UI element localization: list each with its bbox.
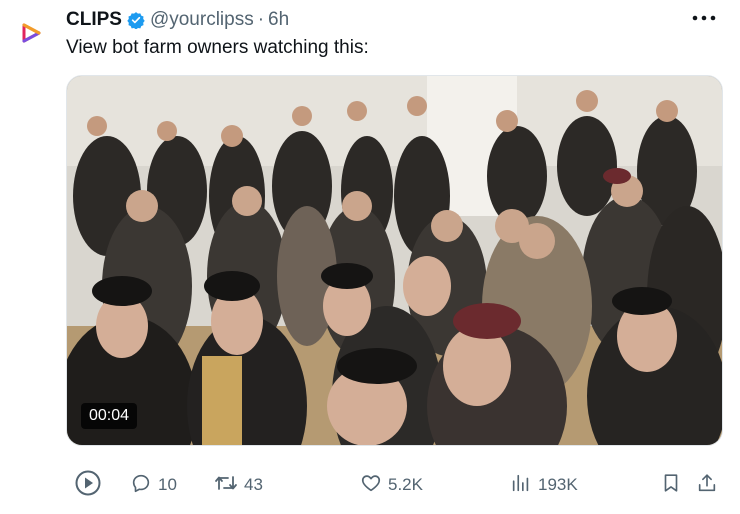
- repost-icon: [214, 472, 238, 499]
- reply-icon: [130, 472, 152, 499]
- like-button[interactable]: 5.2K: [360, 470, 423, 500]
- share-icon: [696, 472, 718, 499]
- clips-logo-icon[interactable]: [20, 22, 42, 44]
- play-circle-icon: [74, 469, 102, 502]
- author-handle[interactable]: @yourclipss: [150, 9, 254, 31]
- repost-count: 43: [244, 475, 263, 494]
- post-header: CLIPS @yourclipss · 6h: [66, 8, 720, 32]
- view-count: 193K: [538, 475, 578, 494]
- verified-badge-icon: [127, 11, 145, 29]
- video-player[interactable]: 00:04: [66, 75, 723, 446]
- author-name[interactable]: CLIPS: [66, 9, 122, 31]
- play-button[interactable]: [74, 470, 102, 500]
- video-frame: [67, 76, 722, 445]
- analytics-icon: [510, 472, 532, 499]
- header-separator: ·: [257, 9, 265, 30]
- reply-button[interactable]: 10: [130, 470, 177, 500]
- more-options-icon[interactable]: [690, 10, 718, 26]
- reply-count: 10: [158, 475, 177, 494]
- action-bar: 10 43 5.2K 193K: [74, 470, 724, 500]
- post-text: View bot farm owners watching this:: [66, 37, 369, 58]
- views-button[interactable]: 193K: [510, 470, 578, 500]
- bookmark-icon: [660, 472, 682, 499]
- video-duration: 00:04: [81, 403, 138, 429]
- heart-icon: [360, 472, 382, 499]
- post-timestamp[interactable]: 6h: [268, 9, 289, 31]
- share-button[interactable]: [696, 470, 718, 500]
- bookmark-button[interactable]: [660, 470, 682, 500]
- repost-button[interactable]: 43: [214, 470, 263, 500]
- like-count: 5.2K: [388, 475, 423, 494]
